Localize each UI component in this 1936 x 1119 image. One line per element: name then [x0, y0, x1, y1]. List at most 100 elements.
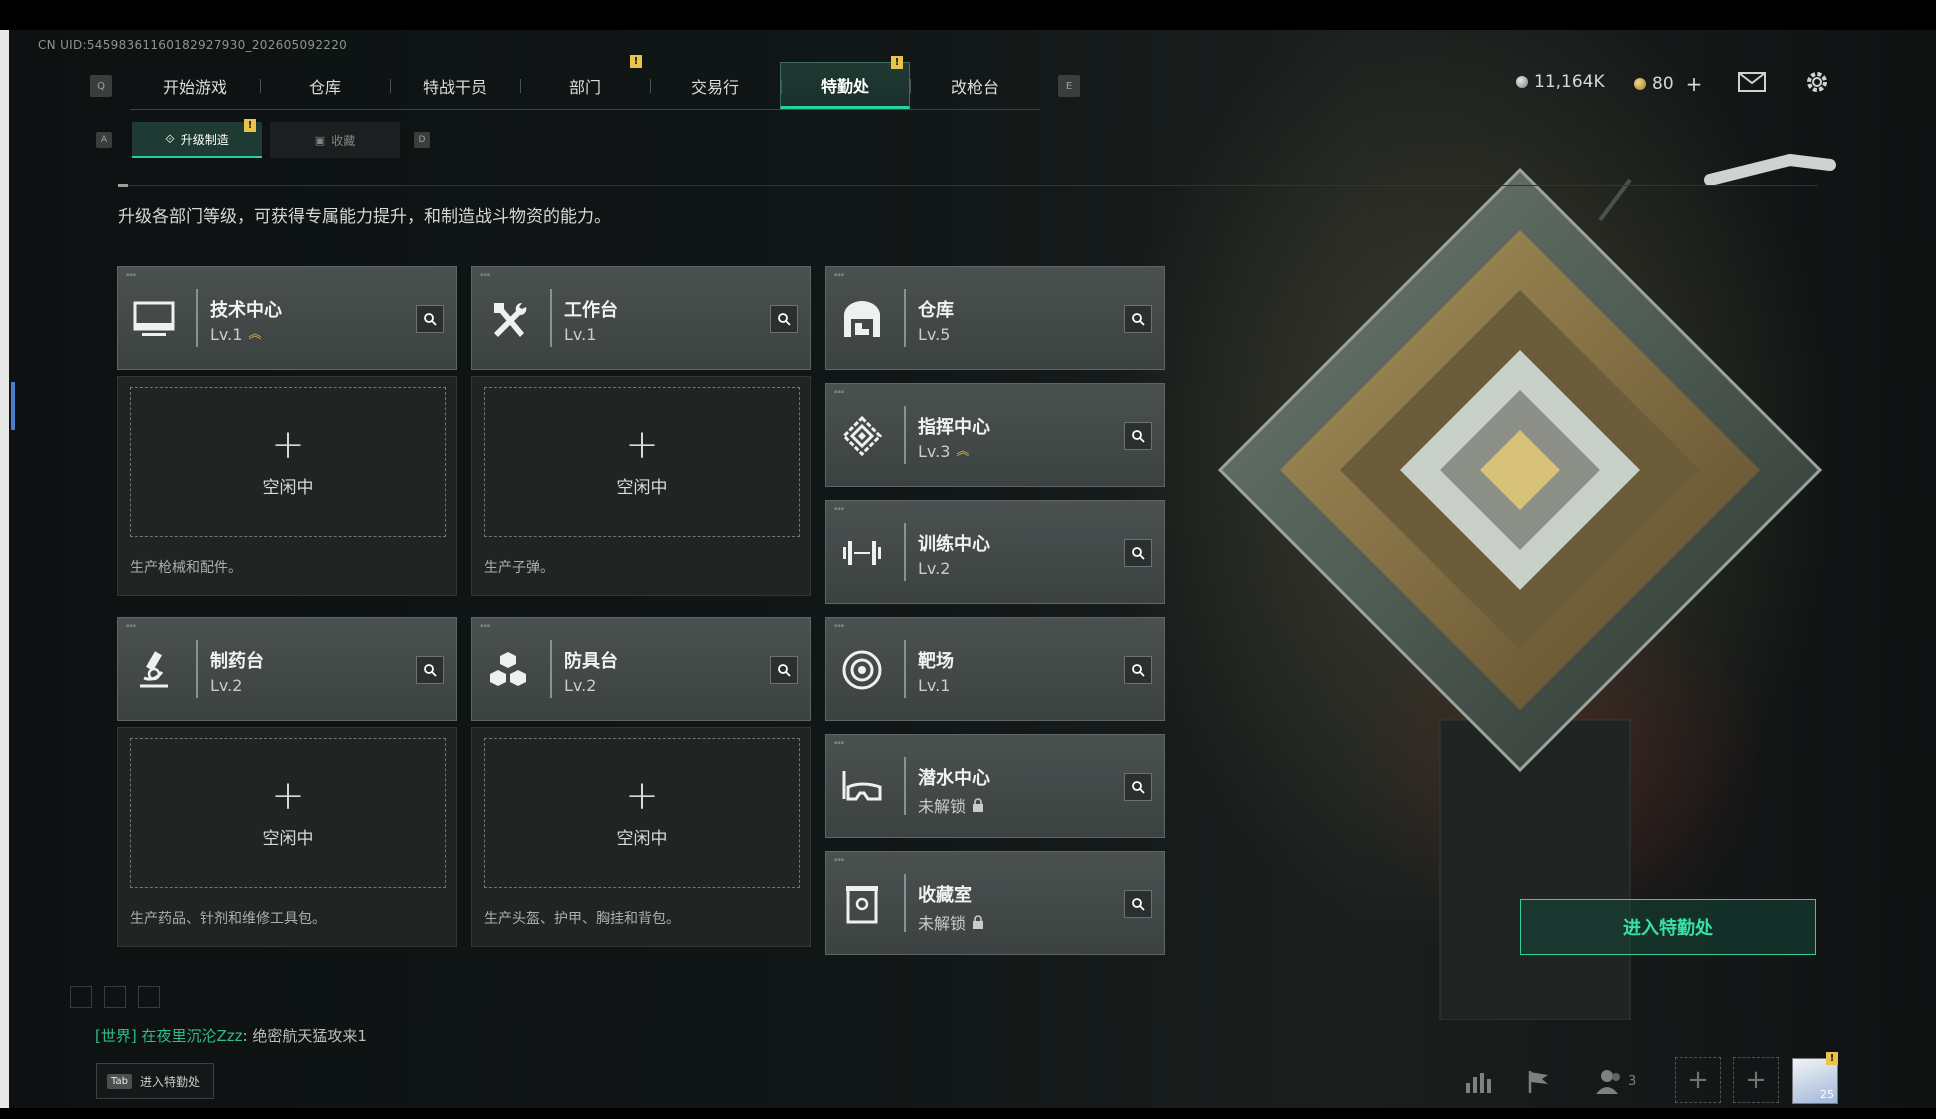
magnifier-icon: [1132, 781, 1145, 794]
production-slot-armor: + 空闲中 生产头盔、护甲、胸挂和背包。: [471, 727, 811, 947]
inspect-button[interactable]: [770, 656, 798, 684]
dept-title: 潜水中心: [918, 768, 990, 789]
subnav-prev-key-hint[interactable]: A: [96, 132, 112, 148]
dept-title: 防具台: [564, 651, 618, 672]
plus-icon: +: [271, 421, 305, 468]
dept-card-diving-center[interactable]: ▪▪▪ 潜水中心 未解锁: [825, 734, 1165, 838]
player-uid: CN UID:54598361160182927930_202605092220: [38, 38, 348, 52]
party-slot-1[interactable]: +: [1675, 1057, 1721, 1103]
settings-gear-icon[interactable]: [1804, 69, 1830, 95]
tab-operators[interactable]: 特战干员: [390, 62, 520, 109]
dept-card-tech-center[interactable]: ▪▪▪ 技术中心 Lv.1 ︽: [117, 266, 457, 370]
production-slot-workbench: + 空闲中 生产子弹。: [471, 376, 811, 596]
gold-currency: 80 +: [1634, 72, 1702, 96]
add-production-button[interactable]: + 空闲中: [484, 738, 800, 888]
plus-icon: +: [271, 772, 305, 819]
production-description: 生产枪械和配件。: [130, 560, 242, 576]
window-scroll-marker: [11, 382, 15, 430]
magnifier-icon: [1132, 664, 1145, 677]
dept-card-workbench[interactable]: ▪▪▪ 工作台 Lv.1: [471, 266, 811, 370]
subtab-upgrade-craft[interactable]: ⟐ 升级制造 !: [132, 119, 262, 158]
upgrade-craft-icon: ⟐: [165, 131, 175, 146]
add-production-button[interactable]: + 空闲中: [130, 738, 446, 888]
dept-level: Lv.1: [918, 676, 951, 695]
tab-key-hint[interactable]: Tab 进入特勤处: [96, 1063, 214, 1099]
dept-card-warehouse[interactable]: ▪▪▪ 仓库 Lv.5: [825, 266, 1165, 370]
dept-card-pharmacy[interactable]: ▪▪▪ 制药台 Lv.2: [117, 617, 457, 721]
trophy-case-icon: [846, 886, 878, 924]
subtab-collection[interactable]: ▣ 收藏: [270, 122, 400, 158]
production-description: 生产子弹。: [484, 560, 554, 576]
sub-navigation: A ⟐ 升级制造 ! ▣ 收藏 D: [96, 119, 430, 158]
add-currency-button[interactable]: +: [1686, 72, 1703, 96]
add-production-button[interactable]: + 空闲中: [130, 387, 446, 537]
world-chat-line[interactable]: [世界] 在夜里沉沦Zzz: 绝密航天猛攻来1: [95, 1025, 367, 1046]
tab-department[interactable]: 部门 !: [520, 55, 650, 109]
tab-start-game[interactable]: 开始游戏: [130, 62, 260, 109]
party-slot-2[interactable]: +: [1733, 1057, 1779, 1103]
tab-special-ops[interactable]: 特勤处 !: [780, 56, 910, 109]
notification-badge: !: [630, 55, 642, 68]
enter-special-ops-button[interactable]: 进入特勤处: [1520, 899, 1816, 955]
flag-icon[interactable]: [1526, 1069, 1552, 1093]
dept-level: Lv.2: [564, 676, 597, 695]
dept-card-armor[interactable]: ▪▪▪ 防具台 Lv.2: [471, 617, 811, 721]
card-separator: [550, 289, 552, 347]
friends-button[interactable]: 3: [1596, 1068, 1636, 1094]
inspect-button[interactable]: [1124, 890, 1152, 918]
card-corner-mark: ▪▪▪: [834, 623, 845, 629]
production-description: 生产头盔、护甲、胸挂和背包。: [484, 911, 680, 927]
magnifier-icon: [778, 664, 791, 677]
inspect-button[interactable]: [416, 305, 444, 333]
tab-trading[interactable]: 交易行: [650, 62, 780, 109]
idle-label: 空闲中: [262, 477, 314, 498]
card-separator: [904, 640, 906, 698]
inspect-button[interactable]: [1124, 305, 1152, 333]
card-corner-mark: ▪▪▪: [480, 272, 491, 278]
dept-card-training-center[interactable]: ▪▪▪ 训练中心 Lv.2: [825, 500, 1165, 604]
nav-next-key-hint[interactable]: E: [1058, 75, 1080, 97]
card-corner-mark: ▪▪▪: [834, 389, 845, 395]
nav-prev-key-hint[interactable]: Q: [90, 75, 112, 97]
subnav-next-key-hint[interactable]: D: [414, 132, 430, 148]
inspect-button[interactable]: [416, 656, 444, 684]
tab-hint-label: 进入特勤处: [139, 1074, 200, 1089]
chat-sender[interactable]: 在夜里沉沦Zzz: [142, 1027, 243, 1045]
dept-card-command-center[interactable]: ▪▪▪ 指挥中心 Lv.3 ︽: [825, 383, 1165, 487]
idle-label: 空闲中: [616, 477, 668, 498]
add-teammate-button[interactable]: +: [1675, 1057, 1721, 1103]
magnifier-icon: [424, 313, 437, 326]
inspect-button[interactable]: [1124, 656, 1152, 684]
plus-icon: +: [625, 772, 659, 819]
inspect-button[interactable]: [1124, 422, 1152, 450]
add-teammate-button[interactable]: +: [1733, 1057, 1779, 1103]
dept-card-collection-room[interactable]: ▪▪▪ 收藏室 未解锁: [825, 851, 1165, 955]
card-corner-mark: ▪▪▪: [480, 623, 491, 629]
tab-warehouse[interactable]: 仓库: [260, 62, 390, 109]
inspect-button[interactable]: [1124, 773, 1152, 801]
target-icon: [842, 650, 882, 690]
mail-icon[interactable]: [1738, 72, 1766, 92]
inspect-button[interactable]: [1124, 539, 1152, 567]
card-separator: [550, 640, 552, 698]
chat-message: : 绝密航天猛攻来1: [242, 1027, 367, 1045]
card-separator: [904, 757, 906, 815]
dept-level: Lv.1: [564, 325, 597, 344]
dept-card-shooting-range[interactable]: ▪▪▪ 靶场 Lv.1: [825, 617, 1165, 721]
gold-coin-icon: [1634, 78, 1646, 90]
magnifier-icon: [1132, 898, 1145, 911]
stats-chart-icon[interactable]: [1464, 1069, 1492, 1093]
dept-title: 指挥中心: [918, 417, 990, 438]
add-production-button[interactable]: + 空闲中: [484, 387, 800, 537]
inspect-button[interactable]: [770, 305, 798, 333]
tab-gunsmith[interactable]: 改枪台: [910, 62, 1040, 109]
dept-level: Lv.2: [210, 676, 243, 695]
decor-square: [104, 986, 126, 1008]
card-separator: [904, 406, 906, 464]
card-corner-mark: ▪▪▪: [834, 506, 845, 512]
dept-title: 仓库: [918, 300, 954, 321]
microscope-icon: [140, 651, 168, 688]
friends-icon: [1596, 1070, 1620, 1094]
page-description: 升级各部门等级，可获得专属能力提升，和制造战斗物资的能力。: [118, 207, 611, 227]
magnifier-icon: [424, 664, 437, 677]
